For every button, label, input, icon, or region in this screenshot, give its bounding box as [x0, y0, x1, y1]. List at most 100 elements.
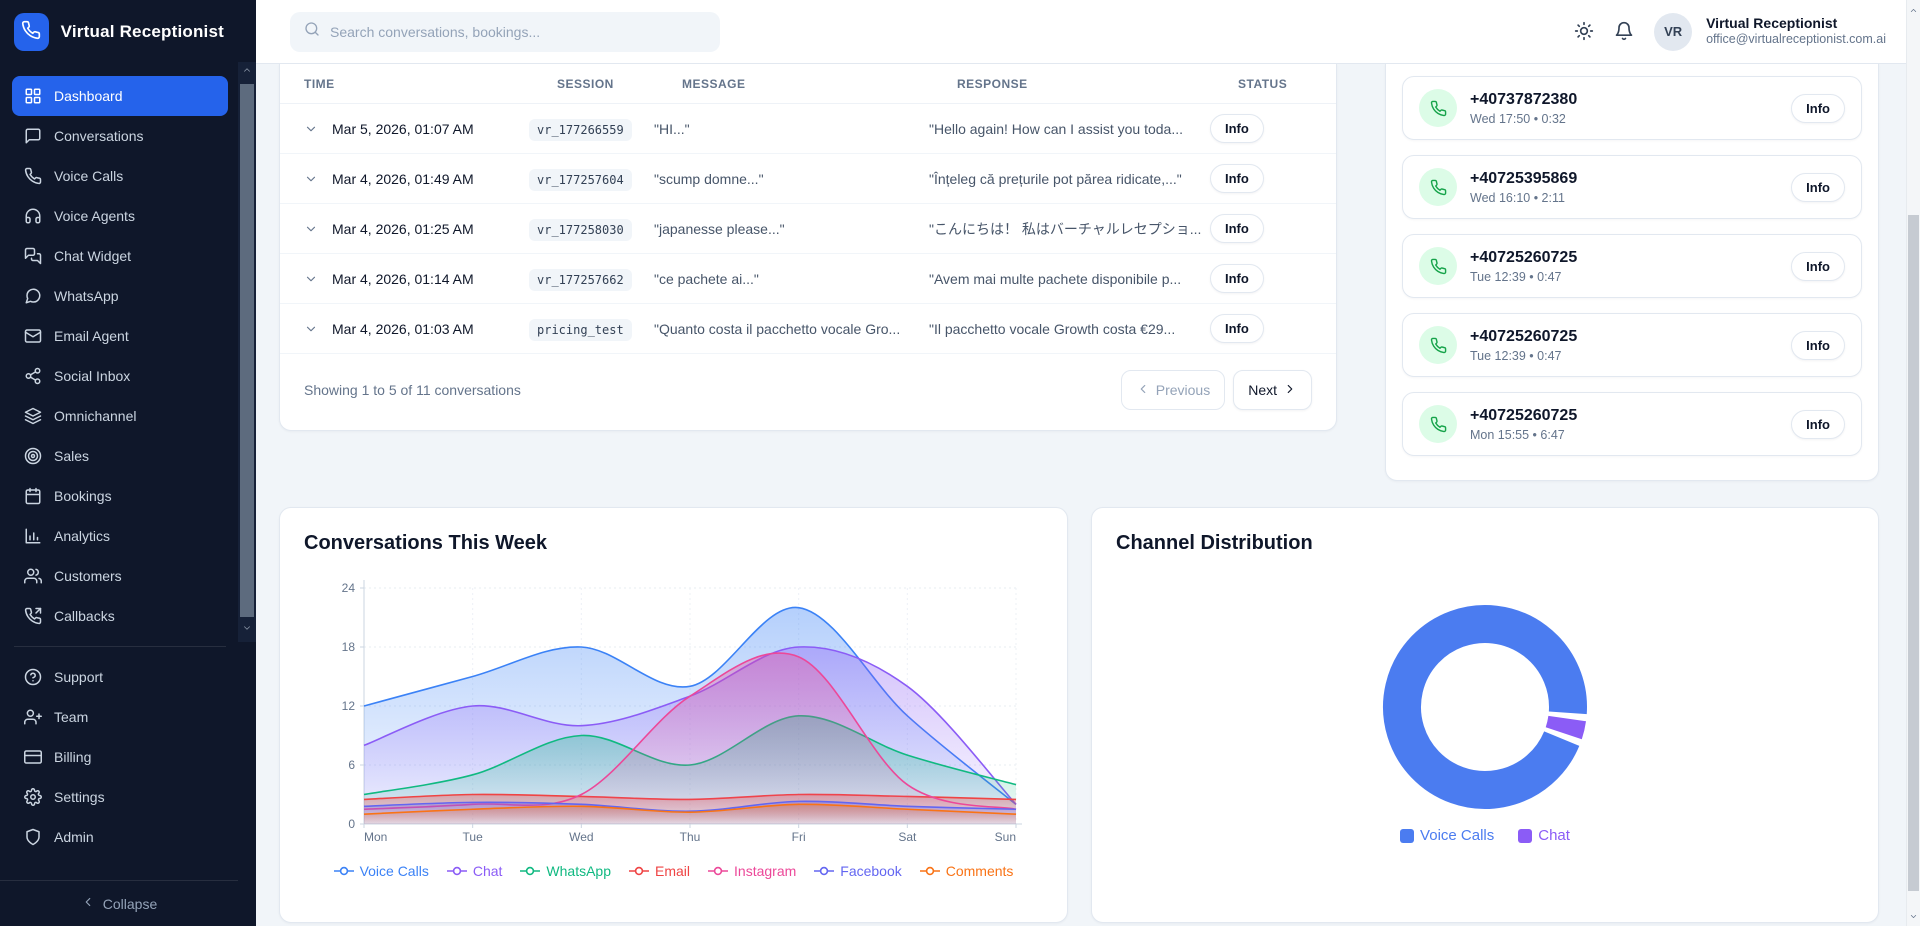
sidebar-scrollbar-thumb[interactable] [240, 84, 254, 617]
scroll-up-icon[interactable] [238, 62, 256, 78]
sidebar-item-chat-widget[interactable]: Chat Widget [12, 236, 228, 276]
call-card[interactable]: +40737872380Wed 17:50 • 0:32Info [1402, 76, 1862, 140]
legend-item-instagram[interactable]: Instagram [708, 863, 796, 879]
previous-page-button[interactable]: Previous [1121, 370, 1225, 410]
call-meta: Mon 15:55 • 6:47 [1470, 428, 1577, 442]
row-time: Mar 4, 2026, 01:14 AM [332, 271, 474, 287]
sidebar-item-sales[interactable]: Sales [12, 436, 228, 476]
call-info-button[interactable]: Info [1791, 331, 1845, 360]
svg-text:Thu: Thu [680, 830, 701, 844]
sidebar-item-label: Voice Agents [54, 208, 135, 224]
pagination-summary: Showing 1 to 5 of 11 conversations [304, 382, 521, 398]
notifications-button[interactable] [1614, 21, 1636, 43]
sidebar-nav: Dashboard ConversationsVoice Calls Voice A… [0, 64, 238, 880]
calendar-icon [24, 487, 42, 505]
table-row[interactable]: Mar 5, 2026, 01:07 AMvr_177266559"HI..."… [280, 104, 1336, 154]
mail-icon [24, 327, 42, 345]
row-message: "scump domne..." [654, 171, 929, 187]
sidebar-item-conversations[interactable]: Conversations [12, 116, 228, 156]
legend-item-voice-calls[interactable]: Voice Calls [334, 863, 429, 879]
info-button[interactable]: Info [1210, 214, 1264, 243]
sidebar-item-whatsapp[interactable]: WhatsApp [12, 276, 228, 316]
column-header-status: STATUS [1238, 77, 1310, 91]
sidebar-item-voice-agents[interactable]: Voice Agents [12, 196, 228, 236]
call-info-button[interactable]: Info [1791, 173, 1845, 202]
scroll-up-icon[interactable] [1907, 2, 1920, 18]
page-scrollbar[interactable] [1906, 0, 1920, 926]
sidebar-item-omnichannel[interactable]: Omnichannel [12, 396, 228, 436]
legend-marker-icon [447, 865, 467, 877]
legend-swatch [1400, 829, 1414, 843]
scroll-down-icon[interactable] [1907, 908, 1920, 924]
table-row[interactable]: Mar 4, 2026, 01:03 AMpricing_test"Quanto… [280, 304, 1336, 354]
theme-toggle-button[interactable] [1574, 21, 1596, 43]
sidebar-item-billing[interactable]: Billing [12, 737, 228, 777]
dashboard-icon [24, 87, 42, 105]
sidebar-item-analytics[interactable]: Analytics [12, 516, 228, 556]
chevron-down-icon[interactable] [304, 172, 332, 186]
chevron-down-icon[interactable] [304, 322, 332, 336]
donut-chart-legend: Voice Calls Chat [1116, 827, 1854, 844]
chevron-down-icon[interactable] [304, 222, 332, 236]
info-button[interactable]: Info [1210, 314, 1264, 343]
sidebar-item-label: Admin [54, 829, 94, 845]
table-row[interactable]: Mar 4, 2026, 01:25 AMvr_177258030"japane… [280, 204, 1336, 254]
legend-item-voice-calls[interactable]: Voice Calls [1400, 827, 1494, 844]
call-card[interactable]: +40725395869Wed 16:10 • 2:11Info [1402, 155, 1862, 219]
legend-item-chat[interactable]: Chat [1518, 827, 1570, 844]
sidebar-item-email-agent[interactable]: Email Agent [12, 316, 228, 356]
sidebar-item-social-inbox[interactable]: Social Inbox [12, 356, 228, 396]
row-response: "Înțeleg că prețurile pot părea ridicate… [929, 171, 1210, 187]
legend-item-chat[interactable]: Chat [447, 863, 503, 879]
sidebar-item-label: WhatsApp [54, 288, 119, 304]
info-button[interactable]: Info [1210, 164, 1264, 193]
call-info-button[interactable]: Info [1791, 410, 1845, 439]
legend-item-email[interactable]: Email [629, 863, 690, 879]
call-info-button[interactable]: Info [1791, 252, 1845, 281]
donut-chart-title: Channel Distribution [1116, 532, 1854, 555]
legend-item-comments[interactable]: Comments [920, 863, 1014, 879]
search-box[interactable] [290, 12, 720, 52]
sidebar-item-callbacks[interactable]: Callbacks [12, 596, 228, 636]
page-scrollbar-thumb[interactable] [1908, 215, 1919, 891]
sidebar-item-label: Dashboard [54, 88, 123, 104]
sidebar-item-voice-calls[interactable]: Voice Calls [12, 156, 228, 196]
layers-icon [24, 407, 42, 425]
call-info-button[interactable]: Info [1791, 94, 1845, 123]
legend-item-facebook[interactable]: Facebook [814, 863, 901, 879]
sidebar-item-customers[interactable]: Customers [12, 556, 228, 596]
sidebar-item-settings[interactable]: Settings [12, 777, 228, 817]
info-button[interactable]: Info [1210, 264, 1264, 293]
legend-marker-icon [520, 865, 540, 877]
phone-call-icon [1419, 405, 1457, 443]
legend-marker-icon [629, 865, 649, 877]
info-button[interactable]: Info [1210, 114, 1264, 143]
sidebar-scrollbar[interactable] [238, 0, 256, 926]
next-page-button[interactable]: Next [1233, 370, 1312, 410]
search-input[interactable] [330, 24, 706, 40]
svg-text:Wed: Wed [569, 830, 593, 844]
sidebar-item-bookings[interactable]: Bookings [12, 476, 228, 516]
call-card[interactable]: +40725260725Mon 15:55 • 6:47Info [1402, 392, 1862, 456]
call-card[interactable]: +40725260725Tue 12:39 • 0:47Info [1402, 234, 1862, 298]
legend-label: Email [655, 863, 690, 879]
chevron-down-icon[interactable] [304, 122, 332, 136]
chevron-down-icon[interactable] [304, 272, 332, 286]
table-row[interactable]: Mar 4, 2026, 01:14 AMvr_177257662"ce pac… [280, 254, 1336, 304]
user-plus-icon [24, 708, 42, 726]
call-card[interactable]: +40725260725Tue 12:39 • 0:47Info [1402, 313, 1862, 377]
legend-item-whatsapp[interactable]: WhatsApp [520, 863, 611, 879]
sidebar-item-label: Customers [54, 568, 122, 584]
table-header-row: TIME SESSION MESSAGE RESPONSE STATUS [280, 64, 1336, 104]
svg-text:18: 18 [342, 640, 356, 654]
headphones-icon [24, 207, 42, 225]
sidebar-item-dashboard[interactable]: Dashboard [12, 76, 228, 116]
sidebar-item-admin[interactable]: Admin [12, 817, 228, 857]
avatar[interactable]: VR [1654, 13, 1692, 51]
chevron-left-icon [1136, 382, 1150, 399]
sidebar-item-support[interactable]: Support [12, 657, 228, 697]
table-row[interactable]: Mar 4, 2026, 01:49 AMvr_177257604"scump … [280, 154, 1336, 204]
sidebar-collapse-button[interactable]: Collapse [0, 880, 238, 926]
sidebar-item-team[interactable]: Team [12, 697, 228, 737]
scroll-down-icon[interactable] [238, 620, 256, 636]
